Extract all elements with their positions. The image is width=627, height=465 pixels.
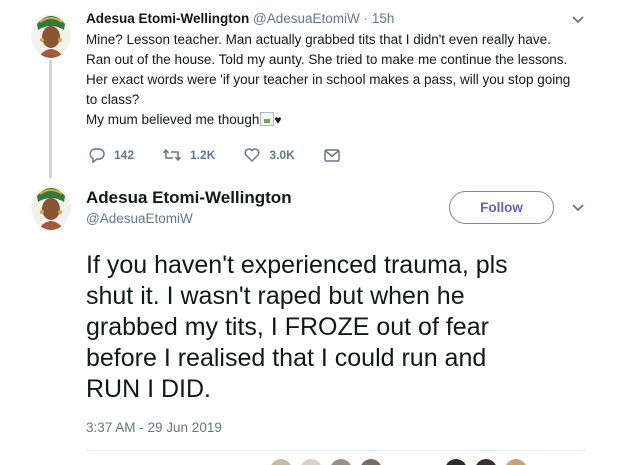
tweet-time[interactable]: 15h	[372, 11, 395, 26]
reply-icon	[89, 148, 105, 164]
divider	[86, 450, 586, 451]
liker-avatar[interactable]	[360, 459, 382, 465]
retweet-button[interactable]: 1.2K	[162, 146, 215, 164]
tweet-actions: 142 1.2K 3.0K	[88, 145, 377, 165]
reply-tweet-text: Mine? Lesson teacher. Man actually grabb…	[86, 30, 606, 130]
tweet-line: before I realised that I could run and	[86, 344, 487, 372]
tweet-line: shut it. I wasn't raped but when he	[86, 282, 465, 310]
chevron-down-icon[interactable]	[570, 200, 586, 216]
author-name[interactable]: Adesua Etomi-Wellington	[86, 11, 249, 26]
tweet-line: If you haven't experienced trauma, pls	[86, 251, 508, 279]
like-count: 3.0K	[269, 148, 295, 162]
liker-avatar[interactable]	[445, 459, 467, 465]
reply-count: 142	[114, 148, 135, 162]
liker-avatar[interactable]	[270, 459, 292, 465]
liker-avatar[interactable]	[475, 459, 497, 465]
tweet-line: Ran out of the house. Told my aunty. She…	[86, 52, 568, 67]
tweet-line: RUN I DID.	[86, 375, 211, 403]
liker-avatar[interactable]	[505, 459, 527, 465]
reply-button[interactable]: 142	[88, 146, 134, 164]
retweet-count: 1.2K	[190, 148, 216, 162]
heart-emoji: ♥	[274, 113, 282, 127]
tweet-timestamp[interactable]: 3:37 AM - 29 Jun 2019	[86, 419, 222, 437]
tweet-line-text: My mum believed me though	[86, 112, 260, 127]
like-icon	[244, 148, 260, 163]
avatar[interactable]	[31, 10, 71, 58]
tweet-line: to class?	[86, 92, 140, 107]
message-icon	[324, 149, 340, 162]
avatar[interactable]	[31, 182, 71, 230]
author-name[interactable]: Adesua Etomi-Wellington	[86, 187, 292, 209]
separator-dot: ·	[363, 11, 369, 26]
chevron-down-icon[interactable]	[570, 12, 586, 28]
thread-connector-line	[49, 60, 52, 178]
like-button[interactable]: 3.0K	[243, 146, 295, 164]
author-handle[interactable]: @AdesuaEtomiW	[86, 210, 193, 228]
liker-avatar[interactable]	[300, 459, 322, 465]
broken-image-icon	[260, 112, 275, 126]
liker-avatar[interactable]	[330, 459, 352, 465]
tweet-line: grabbed my tits, I FROZE out of fear	[86, 313, 489, 341]
follow-button[interactable]: Follow	[449, 191, 554, 224]
main-tweet-text: If you haven't experienced trauma, pls s…	[86, 250, 606, 405]
message-button[interactable]	[323, 146, 349, 164]
reply-tweet-header: Adesua Etomi-Wellington @AdesuaEtomiW · …	[86, 10, 394, 28]
retweet-icon	[162, 148, 182, 162]
tweet-line: My mum believed me though ♥	[86, 110, 606, 130]
tweet-line: Mine? Lesson teacher. Man actually grabb…	[86, 32, 551, 47]
tweet-line: Her exact words were 'if your teacher in…	[86, 72, 571, 87]
author-handle[interactable]: @AdesuaEtomiW	[253, 11, 360, 26]
